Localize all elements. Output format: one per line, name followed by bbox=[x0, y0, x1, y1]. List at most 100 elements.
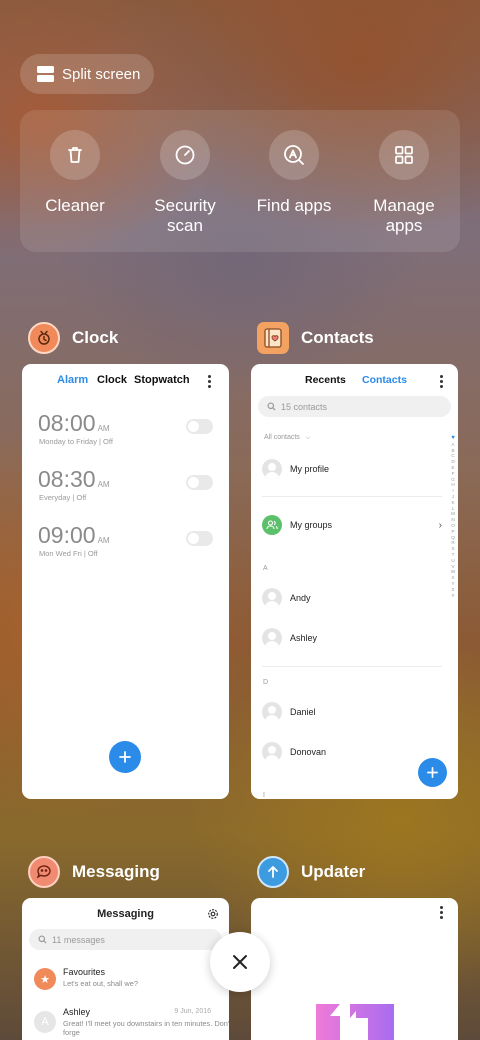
plus-icon bbox=[119, 751, 131, 763]
messaging-app-header: Messaging bbox=[28, 856, 160, 888]
alarm-toggle[interactable] bbox=[186, 475, 213, 490]
thread-name: Ashley bbox=[63, 1007, 91, 1017]
alarm-item[interactable]: 09:00 AM Mon Wed Fri | Off bbox=[38, 522, 213, 562]
groups-icon bbox=[262, 515, 282, 535]
messaging-app-card[interactable]: Messaging 11 messages ★ Favourites Let's… bbox=[22, 898, 229, 1040]
find-apps-icon bbox=[269, 130, 319, 180]
split-screen-label: Split screen bbox=[62, 65, 141, 83]
contact-name: Andy bbox=[290, 593, 311, 603]
more-options-icon[interactable] bbox=[440, 906, 443, 919]
updater-app-card[interactable] bbox=[251, 898, 458, 1040]
thread-name: Favourites bbox=[63, 967, 106, 977]
plus-icon bbox=[427, 767, 438, 778]
alphabet-index[interactable]: ♥ A B C D E F G H I J K L M N O P Q R S T U V W X Y Z # bbox=[450, 435, 456, 599]
chevron-right-icon: › bbox=[438, 519, 442, 531]
thread-date: 9 Jun, 2016 bbox=[174, 1008, 211, 1015]
security-scan-button[interactable]: Security scan bbox=[130, 130, 240, 236]
alarm-item[interactable]: 08:30 AM Everyday | Off bbox=[38, 466, 213, 506]
alarm-time: 08:00 bbox=[38, 410, 96, 436]
tab-clock[interactable]: Clock bbox=[97, 374, 127, 386]
messages-search-input[interactable]: 11 messages bbox=[29, 929, 222, 950]
updater-app-name: Updater bbox=[301, 862, 366, 881]
close-icon bbox=[233, 955, 247, 969]
clock-app-icon bbox=[28, 322, 60, 354]
manage-apps-button[interactable]: Manage apps bbox=[349, 130, 459, 236]
tab-recents[interactable]: Recents bbox=[305, 374, 346, 386]
contact-row[interactable]: Ashley bbox=[262, 628, 442, 648]
quick-tools-panel: Cleaner Security scan Find apps Manage a… bbox=[20, 110, 460, 252]
contacts-app-header: Contacts bbox=[257, 322, 374, 354]
filter-label: All contacts bbox=[264, 434, 300, 441]
divider bbox=[262, 666, 442, 667]
alarm-repeat: Monday to Friday | Off bbox=[39, 437, 113, 446]
security-scan-label: Security scan bbox=[154, 196, 216, 235]
alarm-ampm: AM bbox=[97, 480, 110, 489]
alarm-time: 08:30 bbox=[38, 466, 96, 492]
contact-name: Ashley bbox=[290, 633, 318, 643]
split-screen-button[interactable]: Split screen bbox=[20, 54, 154, 94]
alarm-ampm: AM bbox=[97, 536, 110, 545]
find-apps-button[interactable]: Find apps bbox=[239, 130, 349, 216]
security-gauge-icon bbox=[160, 130, 210, 180]
contact-row[interactable]: Andy bbox=[262, 588, 442, 608]
messaging-app-icon bbox=[28, 856, 60, 888]
updater-app-icon bbox=[257, 856, 289, 888]
my-groups-row[interactable]: My groups › bbox=[262, 515, 442, 535]
trash-icon bbox=[50, 130, 100, 180]
alarm-ampm: AM bbox=[97, 424, 110, 433]
clock-app-card[interactable]: Alarm Clock Stopwatch 08:00 AM Monday to … bbox=[22, 364, 229, 799]
contact-name: Daniel bbox=[290, 707, 316, 717]
manage-apps-label: Manage apps bbox=[373, 196, 435, 235]
thread-snippet: Let's eat out, shall we? bbox=[63, 979, 138, 988]
grid-icon bbox=[379, 130, 429, 180]
tab-alarm[interactable]: Alarm bbox=[57, 374, 88, 386]
contact-row[interactable]: Daniel bbox=[262, 702, 442, 722]
section-letter: I bbox=[263, 792, 265, 799]
miui-logo-icon bbox=[316, 1004, 394, 1040]
message-thread-row[interactable]: A Ashley 9 Jun, 2016 Great! I'll meet yo… bbox=[34, 1007, 229, 1037]
tab-stopwatch[interactable]: Stopwatch bbox=[134, 374, 190, 386]
my-profile-row[interactable]: My profile bbox=[262, 459, 442, 479]
alarm-time: 09:00 bbox=[38, 522, 96, 548]
clock-app-header: Clock bbox=[28, 322, 118, 354]
alphabet-index-letter[interactable]: # bbox=[450, 593, 456, 599]
contacts-search-placeholder: 15 contacts bbox=[281, 401, 328, 412]
more-options-icon[interactable] bbox=[208, 375, 211, 388]
close-all-button[interactable] bbox=[210, 932, 270, 992]
search-icon bbox=[267, 402, 276, 411]
section-letter: D bbox=[263, 679, 269, 686]
more-options-icon[interactable] bbox=[440, 375, 443, 388]
alarm-toggle[interactable] bbox=[186, 419, 213, 434]
avatar bbox=[262, 588, 282, 608]
chevron-down-icon: ⌵ bbox=[305, 435, 311, 441]
contacts-app-icon bbox=[257, 322, 289, 354]
updater-app-header: Updater bbox=[257, 856, 365, 888]
messages-search-placeholder: 11 messages bbox=[52, 934, 105, 945]
star-icon: ★ bbox=[34, 968, 56, 990]
my-profile-label: My profile bbox=[290, 464, 330, 474]
avatar bbox=[262, 459, 282, 479]
contacts-filter-dropdown[interactable]: All contacts ⌵ bbox=[264, 434, 310, 442]
tab-contacts[interactable]: Contacts bbox=[362, 374, 407, 386]
settings-gear-icon[interactable] bbox=[207, 907, 219, 925]
messaging-title: Messaging bbox=[97, 908, 154, 920]
cleaner-label: Cleaner bbox=[45, 196, 105, 215]
avatar bbox=[262, 742, 282, 762]
section-letter: A bbox=[263, 565, 268, 572]
contact-row[interactable]: Donovan bbox=[262, 742, 442, 762]
find-apps-label: Find apps bbox=[256, 196, 332, 215]
thread-snippet: Great! I'll meet you downstairs in ten m… bbox=[63, 1019, 229, 1037]
alarm-item[interactable]: 08:00 AM Monday to Friday | Off bbox=[38, 410, 213, 450]
avatar bbox=[262, 628, 282, 648]
add-alarm-button[interactable] bbox=[109, 741, 141, 773]
add-contact-button[interactable] bbox=[418, 758, 447, 787]
contacts-search-input[interactable]: 15 contacts bbox=[258, 396, 451, 417]
split-screen-icon bbox=[37, 66, 54, 82]
alarm-repeat: Everyday | Off bbox=[39, 493, 87, 502]
messaging-app-name: Messaging bbox=[72, 862, 160, 881]
contacts-app-card[interactable]: Recents Contacts 15 contacts All contact… bbox=[251, 364, 458, 799]
message-thread-row[interactable]: ★ Favourites Let's eat out, shall we? bbox=[34, 967, 217, 997]
alarm-toggle[interactable] bbox=[186, 531, 213, 546]
cleaner-button[interactable]: Cleaner bbox=[20, 130, 130, 216]
search-icon bbox=[38, 935, 47, 944]
